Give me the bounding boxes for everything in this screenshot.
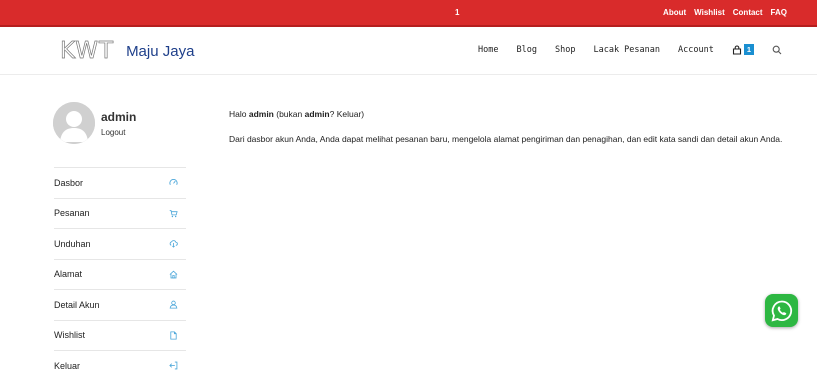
menu-item-label: Pesanan [54, 208, 90, 219]
top-bar-links: About Wishlist Contact FAQ [663, 8, 787, 17]
cart-icon [169, 209, 178, 218]
greeting-prefix: Halo [229, 109, 249, 119]
search-icon [772, 45, 782, 54]
user-meta: admin Logout [101, 110, 136, 137]
nav-home[interactable]: Home [478, 45, 498, 55]
menu-item-label: Wishlist [54, 330, 85, 341]
nav-account[interactable]: Account [678, 45, 714, 55]
avatar [53, 102, 95, 144]
file-icon [169, 331, 178, 340]
top-link-wishlist[interactable]: Wishlist [694, 8, 725, 17]
account-content: Halo admin (bukan admin? Keluar) Dari da… [229, 107, 789, 146]
menu-item-label: Unduhan [54, 238, 91, 249]
greeting-question: ? [329, 109, 337, 119]
menu-item-detail-akun[interactable]: Detail Akun [54, 289, 186, 320]
menu-item-label: Dasbor [54, 177, 84, 188]
top-bar: 1 About Wishlist Contact FAQ [0, 0, 817, 27]
bag-icon [732, 44, 741, 55]
top-link-faq[interactable]: FAQ [771, 8, 787, 17]
account-navigation: Dasbor Pesanan Unduhan Alamat Detail Aku… [54, 167, 186, 378]
dashboard-description: Dari dasbor akun Anda, Anda dapat meliha… [229, 134, 783, 144]
dashboard-icon [169, 178, 178, 187]
menu-item-pesanan[interactable]: Pesanan [54, 197, 186, 229]
menu-item-label: Detail Akun [54, 299, 100, 310]
brand-name: Maju Jaya [126, 42, 195, 60]
cart-button[interactable]: 1 [732, 44, 754, 55]
logout-link[interactable]: Logout [101, 128, 136, 137]
menu-item-dasbor[interactable]: Dasbor [54, 167, 186, 198]
whatsapp-icon [771, 300, 792, 321]
nav-lacak-pesanan[interactable]: Lacak Pesanan [593, 45, 660, 55]
site-logo[interactable]: KWT Maju Jaya [60, 38, 195, 65]
top-link-about[interactable]: About [663, 8, 686, 17]
user-name: admin [101, 109, 137, 124]
menu-item-label: Alamat [54, 269, 83, 280]
logo-mark: KWT [60, 38, 115, 65]
cloud-download-icon [169, 239, 178, 248]
user-icon [169, 300, 178, 309]
whatsapp-button[interactable] [765, 294, 798, 327]
menu-item-alamat[interactable]: Alamat [54, 258, 186, 290]
greeting-mid: (bukan [273, 109, 305, 119]
account-user-block: admin Logout [53, 102, 136, 144]
logout-icon [169, 361, 178, 370]
top-link-contact[interactable]: Contact [733, 8, 763, 17]
greeting-logout-link[interactable]: Keluar [337, 109, 362, 119]
menu-item-keluar[interactable]: Keluar [54, 350, 186, 378]
home-icon [169, 270, 178, 279]
menu-item-unduhan[interactable]: Unduhan [54, 228, 186, 259]
user-avatar-icon [53, 102, 95, 144]
menu-item-label: Keluar [54, 360, 81, 371]
greeting-username-2: admin [304, 109, 330, 119]
main-nav: Home Blog Shop Lacak Pesanan Account 1 [478, 44, 782, 55]
site-header: KWT Maju Jaya Home Blog Shop Lacak Pesan… [0, 27, 817, 75]
greeting-end: ) [361, 109, 365, 119]
greeting-text: Halo admin (bukan admin? Keluar) [229, 107, 789, 121]
nav-blog[interactable]: Blog [517, 45, 537, 55]
nav-shop[interactable]: Shop [555, 45, 575, 55]
search-button[interactable] [772, 45, 782, 55]
greeting-username: admin [248, 109, 274, 119]
cart-count-badge: 1 [743, 44, 754, 55]
top-bar-counter: 1 [455, 8, 460, 17]
menu-item-wishlist[interactable]: Wishlist [54, 319, 186, 351]
